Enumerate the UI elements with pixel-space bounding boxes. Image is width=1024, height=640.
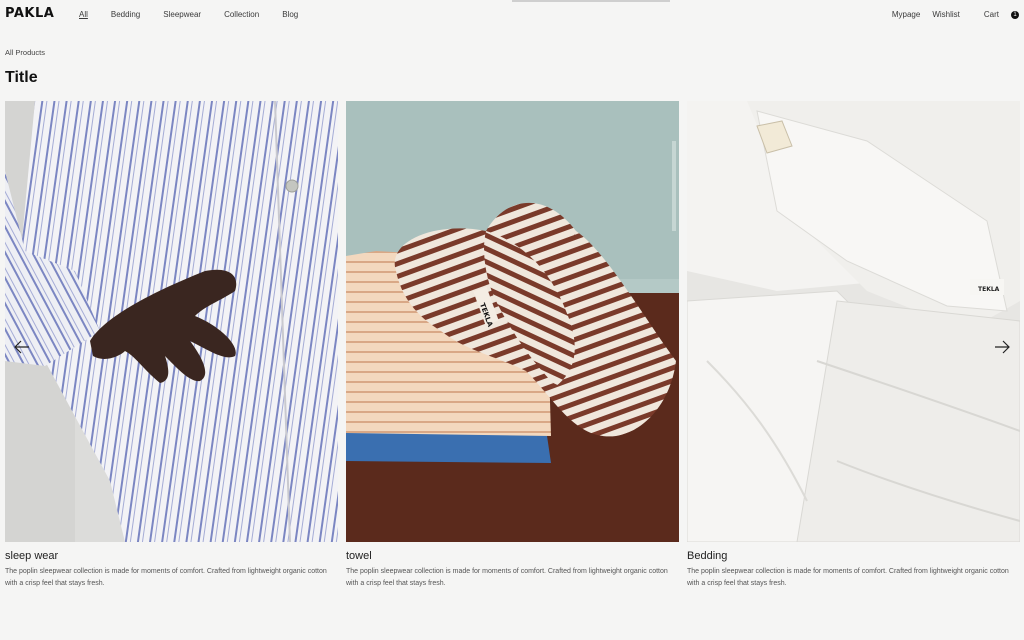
product-image-sleepwear[interactable] — [5, 101, 338, 542]
product-name[interactable]: Bedding — [687, 550, 1020, 562]
utility-nav: Mypage Wishlist Cart 1 — [880, 10, 1019, 19]
product-name[interactable]: sleep wear — [5, 550, 338, 562]
nav-item-blog[interactable]: Blog — [282, 10, 298, 19]
cart-label: Cart — [983, 10, 999, 19]
carousel-prev-button[interactable] — [12, 337, 32, 357]
towel-photo: TEKLA — [346, 101, 679, 542]
page-title: Title — [5, 69, 38, 86]
product-image-towel[interactable]: TEKLA — [346, 101, 679, 542]
cart-link[interactable]: Cart 1 — [972, 10, 1019, 19]
brand-logo[interactable]: PAKLA — [5, 6, 54, 21]
bedding-photo: TEKLA — [687, 101, 1020, 542]
product-description: The poplin sleepwear collection is made … — [346, 568, 668, 587]
product-card-bedding[interactable]: TEKLA Bedding The poplin sleepwear colle… — [687, 101, 1020, 590]
bedding-brand-tag: TEKLA — [978, 286, 1000, 293]
arrow-right-icon — [995, 340, 1010, 354]
carousel-next-button[interactable] — [992, 337, 1012, 357]
product-card-towel[interactable]: TEKLA towel The poplin sleepwear collect… — [346, 101, 679, 590]
nav-item-sleepwear[interactable]: Sleepwear — [163, 10, 201, 19]
product-image-bedding[interactable]: TEKLA — [687, 101, 1020, 542]
product-name[interactable]: towel — [346, 550, 679, 562]
scroll-indicator — [512, 0, 670, 2]
nav-item-all[interactable]: All — [79, 10, 88, 19]
product-description: The poplin sleepwear collection is made … — [5, 568, 327, 587]
product-description: The poplin sleepwear collection is made … — [687, 568, 1009, 587]
top-navigation-bar: PAKLA All Bedding Sleepwear Collection B… — [0, 0, 1024, 30]
main-nav: All Bedding Sleepwear Collection Blog — [79, 10, 321, 19]
mypage-link[interactable]: Mypage — [892, 10, 920, 19]
arrow-left-icon — [14, 340, 29, 354]
product-card-sleepwear[interactable]: sleep wear The poplin sleepwear collecti… — [5, 101, 338, 590]
breadcrumb[interactable]: All Products — [5, 48, 45, 57]
sleepwear-photo — [5, 101, 338, 542]
nav-item-bedding[interactable]: Bedding — [111, 10, 140, 19]
nav-item-collection[interactable]: Collection — [224, 10, 259, 19]
cart-count-badge: 1 — [1011, 11, 1019, 19]
wishlist-link[interactable]: Wishlist — [932, 10, 960, 19]
